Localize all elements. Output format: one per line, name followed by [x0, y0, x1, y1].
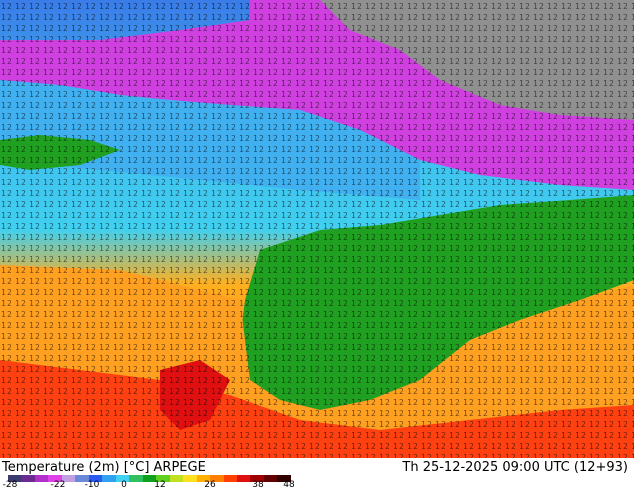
color-scale-tick-label: -28: [2, 480, 18, 490]
map-footer: Temperature (2m) [°C] ARPEGE Th 25-12-20…: [0, 458, 634, 490]
color-scale-tick-label: 38: [252, 480, 264, 490]
temperature-map: 1 2: [0, 0, 634, 458]
map-title: Temperature (2m) [°C] ARPEGE: [2, 460, 206, 475]
color-scale-tick-label: -10: [84, 480, 100, 490]
color-scale-tick-label: 48: [283, 480, 295, 490]
color-scale-tick-label: -22: [50, 480, 66, 490]
color-scale-tick-label: 0: [121, 480, 127, 490]
map-timestamp: Th 25-12-2025 09:00 UTC (12+93): [402, 460, 628, 475]
map-frame: 1 2 Temperature (2m) [°C] ARPEGE Th 25-1…: [0, 0, 634, 490]
color-scale-ticks: -28 -22 -10 0 12 26 38 48: [0, 480, 634, 492]
color-scale-tick-label: 26: [204, 480, 216, 490]
value-grid-overlay: [0, 0, 634, 458]
color-scale-tick-label: 12: [154, 480, 166, 490]
